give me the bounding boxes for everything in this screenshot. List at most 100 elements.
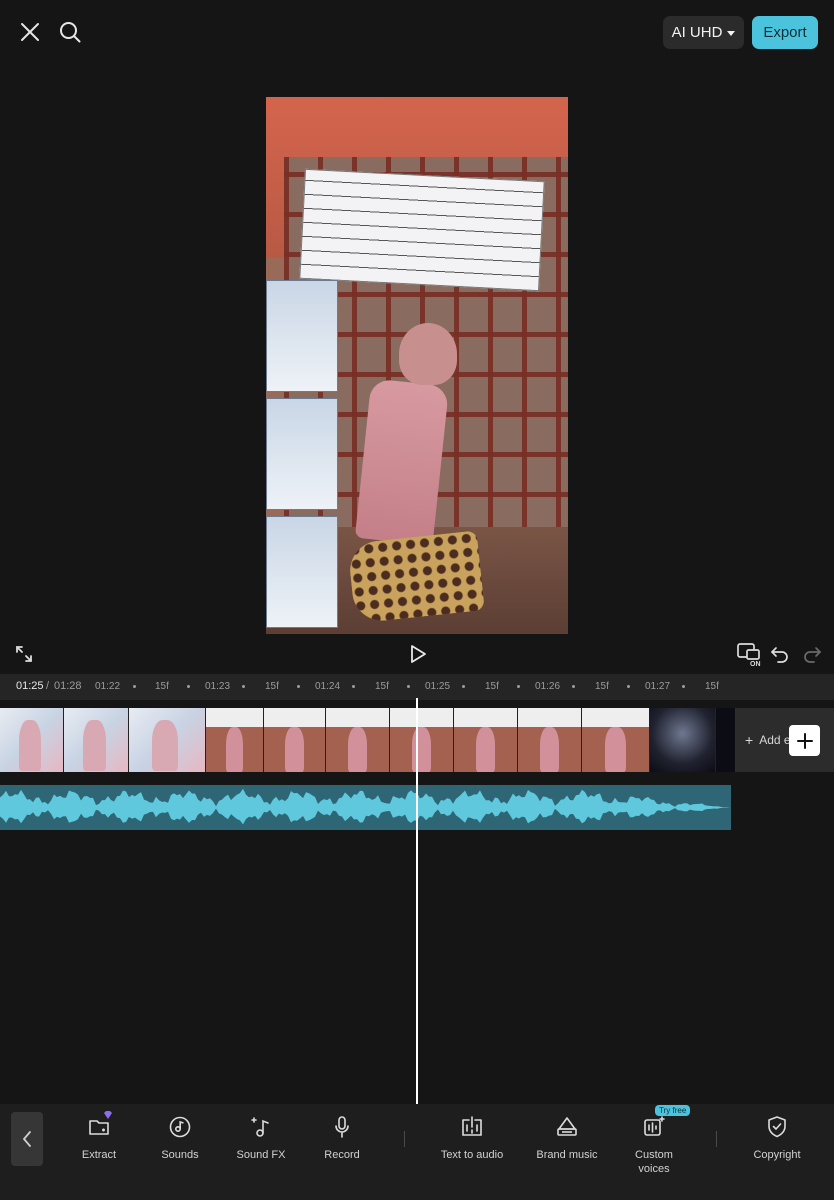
text-to-audio-icon bbox=[459, 1114, 485, 1140]
clip-thumbnail[interactable] bbox=[0, 708, 64, 772]
quality-selector-button[interactable]: AI UHD bbox=[663, 16, 744, 49]
add-clip-button[interactable] bbox=[789, 725, 820, 756]
custom-voices-icon: Try free bbox=[641, 1105, 691, 1140]
quality-label: AI UHD bbox=[671, 24, 723, 41]
ruler-dot bbox=[407, 685, 410, 688]
tool-label: Record bbox=[324, 1149, 360, 1161]
plus-icon bbox=[796, 732, 813, 749]
ruler-label: 15f bbox=[375, 681, 389, 692]
timeline-ruler[interactable]: 01:25 / 01:28 01:22 15f 01:23 15f 01:24 … bbox=[0, 674, 834, 700]
clip-thumbnail[interactable] bbox=[650, 708, 716, 772]
preview-board bbox=[299, 168, 545, 292]
ruler-dot bbox=[352, 685, 355, 688]
ruler-label: 15f bbox=[265, 681, 279, 692]
shield-check-icon bbox=[764, 1114, 790, 1140]
tool-label: Sounds bbox=[161, 1149, 199, 1161]
ruler-dot bbox=[682, 685, 685, 688]
preview-card bbox=[266, 280, 338, 392]
tool-sounds[interactable]: Sounds bbox=[138, 1114, 222, 1162]
ruler-label: 15f bbox=[485, 681, 499, 692]
preview-on-toggle-icon[interactable]: ON bbox=[736, 641, 764, 667]
ruler-label: 01:27 bbox=[645, 681, 671, 692]
ruler-dot bbox=[187, 685, 190, 688]
tool-copyright[interactable]: Copyright bbox=[735, 1114, 819, 1162]
audio-waveform bbox=[0, 788, 729, 825]
try-free-badge: Try free bbox=[655, 1105, 691, 1116]
tool-label: Extract bbox=[81, 1149, 117, 1161]
export-button[interactable]: Export bbox=[752, 16, 818, 49]
video-track[interactable] bbox=[0, 708, 735, 772]
preview-cards bbox=[266, 280, 338, 634]
ruler-label: 01:25 bbox=[425, 681, 451, 692]
ruler-dot bbox=[462, 685, 465, 688]
preview-person-body bbox=[354, 378, 450, 546]
audio-track[interactable] bbox=[0, 785, 731, 830]
tool-label: Copyright bbox=[753, 1149, 801, 1161]
toolbar-divider bbox=[404, 1131, 405, 1147]
time-separator: / bbox=[46, 680, 50, 692]
tool-brand-music[interactable]: Brand music bbox=[525, 1114, 609, 1162]
ruler-dot bbox=[297, 685, 300, 688]
folder-icon bbox=[86, 1111, 112, 1140]
brand-music-icon bbox=[554, 1114, 580, 1140]
plus-icon: + bbox=[745, 732, 754, 748]
tool-sound-fx[interactable]: Sound FX bbox=[219, 1114, 303, 1162]
ruler-label: 01:24 bbox=[315, 681, 341, 692]
clip-thumbnail[interactable] bbox=[582, 708, 650, 772]
preview-card bbox=[266, 516, 338, 628]
music-sparkle-icon bbox=[248, 1114, 274, 1140]
tool-label: Brand music bbox=[536, 1149, 598, 1161]
preview-card bbox=[266, 398, 338, 510]
music-disc-icon bbox=[167, 1114, 193, 1140]
clip-thumbnail[interactable] bbox=[390, 708, 454, 772]
tool-text-to-audio[interactable]: Text to audio bbox=[430, 1114, 514, 1162]
ruler-label: 15f bbox=[155, 681, 169, 692]
ruler-label: 01:23 bbox=[205, 681, 231, 692]
tool-label: Text to audio bbox=[440, 1149, 504, 1161]
tool-custom-voices[interactable]: Try free Custom voices bbox=[612, 1105, 696, 1177]
ruler-dot bbox=[627, 685, 630, 688]
chevron-left-icon bbox=[23, 1131, 31, 1147]
audio-toolbar: Extract Sounds Sound FX Record Text to a… bbox=[0, 1104, 834, 1200]
play-icon[interactable] bbox=[405, 641, 431, 667]
add-ending-label: Add e bbox=[759, 733, 791, 747]
undo-icon[interactable] bbox=[768, 642, 792, 666]
caret-down-icon bbox=[727, 30, 736, 36]
video-preview[interactable] bbox=[266, 97, 568, 634]
ruler-label: 01:26 bbox=[535, 681, 561, 692]
clip-thumbnail[interactable] bbox=[518, 708, 582, 772]
clip-thumbnail[interactable] bbox=[264, 708, 326, 772]
ruler-label: 15f bbox=[705, 681, 719, 692]
microphone-icon bbox=[329, 1114, 355, 1140]
ruler-label: 01:22 bbox=[95, 681, 121, 692]
tool-extract[interactable]: Extract bbox=[57, 1111, 141, 1162]
clip-thumbnail[interactable] bbox=[716, 708, 735, 772]
fullscreen-icon[interactable] bbox=[12, 642, 36, 666]
top-bar: AI UHD Export bbox=[0, 0, 834, 66]
close-icon[interactable] bbox=[14, 16, 46, 48]
preview-person-head bbox=[399, 323, 457, 385]
preview-person-legs bbox=[347, 530, 485, 624]
ruler-dot bbox=[517, 685, 520, 688]
clip-thumbnail[interactable] bbox=[64, 708, 129, 772]
playhead[interactable] bbox=[416, 698, 418, 1104]
svg-text:ON: ON bbox=[750, 661, 761, 667]
redo-icon[interactable] bbox=[800, 642, 824, 666]
ruler-dot bbox=[242, 685, 245, 688]
tool-label: Custom voices bbox=[635, 1149, 673, 1176]
back-button[interactable] bbox=[11, 1112, 43, 1166]
premium-gem-icon bbox=[104, 1111, 112, 1119]
tool-label: Sound FX bbox=[236, 1149, 286, 1161]
current-time: 01:25 bbox=[16, 680, 44, 692]
search-icon[interactable] bbox=[54, 16, 86, 48]
clip-thumbnail[interactable] bbox=[129, 708, 206, 772]
clip-thumbnail[interactable] bbox=[326, 708, 390, 772]
total-time: 01:28 bbox=[54, 680, 82, 692]
clip-thumbnail[interactable] bbox=[454, 708, 518, 772]
toolbar-divider bbox=[716, 1131, 717, 1147]
ruler-dot bbox=[133, 685, 136, 688]
clip-thumbnail[interactable] bbox=[206, 708, 264, 772]
ruler-label: 15f bbox=[595, 681, 609, 692]
ruler-dot bbox=[572, 685, 575, 688]
tool-record[interactable]: Record bbox=[300, 1114, 384, 1162]
